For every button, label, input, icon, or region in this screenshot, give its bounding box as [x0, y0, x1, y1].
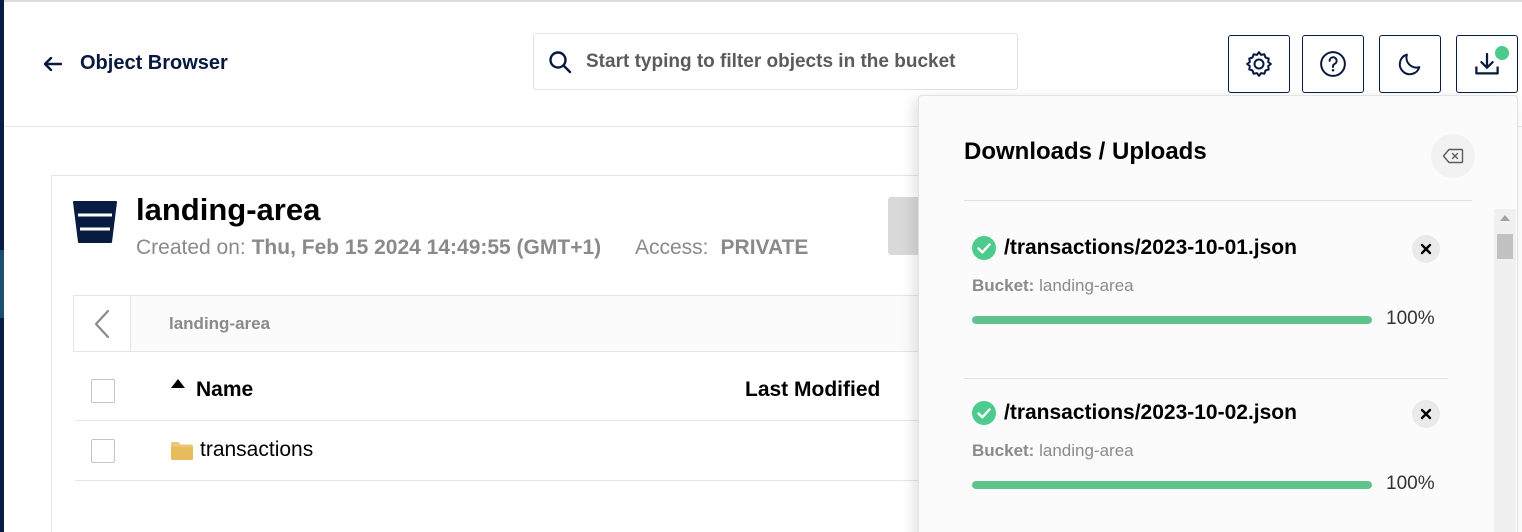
progress-bar	[972, 481, 1372, 489]
sort-ascending-icon[interactable]	[171, 379, 185, 388]
check-circle-icon	[972, 401, 996, 425]
object-browser-page: Object Browser Start typing to filter ob…	[0, 0, 1522, 532]
breadcrumb-back-button[interactable]	[74, 296, 131, 351]
transfer-bucket-label: Bucket:	[972, 441, 1035, 460]
panel-title: Downloads / Uploads	[964, 138, 1207, 165]
back-to-object-browser-link[interactable]: Object Browser	[44, 52, 228, 75]
row-checkbox[interactable]	[91, 439, 115, 463]
progress-percent: 100%	[1386, 308, 1435, 329]
table-header: Name Last Modified	[75, 360, 975, 421]
bucket-icon	[73, 201, 117, 243]
scrollbar-thumb[interactable]	[1497, 234, 1513, 259]
clear-all-button[interactable]	[1431, 134, 1475, 178]
arrow-left-icon	[44, 56, 62, 71]
sidebar-accent	[0, 250, 4, 318]
dark-mode-button[interactable]	[1379, 35, 1441, 93]
transfer-bucket: Bucket: landing-area	[972, 441, 1134, 461]
question-circle-icon	[1320, 51, 1346, 77]
remove-transfer-button[interactable]	[1412, 235, 1440, 263]
downloads-button[interactable]	[1456, 35, 1518, 93]
help-button[interactable]	[1302, 35, 1364, 93]
access-value: PRIVATE	[720, 236, 809, 259]
top-border	[0, 0, 1522, 2]
moon-icon	[1398, 53, 1421, 76]
progress-percent: 100%	[1386, 473, 1435, 494]
close-icon	[1420, 408, 1432, 420]
created-value: Thu, Feb 15 2024 14:49:55 (GMT+1)	[251, 236, 602, 259]
downloads-uploads-panel: Downloads / Uploads /transactions/2023-1…	[918, 95, 1518, 532]
transfer-item: /transactions/2023-10-02.json Bucket: la…	[964, 379, 1448, 532]
table-row[interactable]: transactions	[75, 421, 975, 481]
transfer-bucket: Bucket: landing-area	[972, 276, 1134, 296]
column-header-name[interactable]: Name	[196, 378, 253, 402]
back-link-label: Object Browser	[80, 52, 228, 74]
panel-divider	[964, 200, 1472, 201]
column-header-last-modified[interactable]: Last Modified	[745, 378, 880, 402]
bucket-meta: Created on: Thu, Feb 15 2024 14:49:55 (G…	[136, 236, 808, 260]
progress-fill	[972, 481, 1372, 489]
transfer-bucket-value: landing-area	[1039, 276, 1134, 295]
select-all-checkbox[interactable]	[91, 379, 115, 403]
search-icon	[549, 50, 572, 73]
folder-icon	[171, 442, 193, 460]
panel-scrollbar[interactable]	[1494, 209, 1516, 532]
notification-dot	[1495, 46, 1509, 60]
transfer-bucket-label: Bucket:	[972, 276, 1035, 295]
bucket-name: landing-area	[136, 192, 321, 227]
row-name: transactions	[200, 438, 314, 461]
search-bar[interactable]	[533, 33, 1018, 90]
transfer-item: /transactions/2023-10-01.json Bucket: la…	[964, 214, 1448, 379]
chevron-left-icon	[94, 309, 110, 338]
breadcrumb-path[interactable]: landing-area	[131, 296, 972, 351]
progress-bar	[972, 316, 1372, 324]
settings-button[interactable]	[1228, 35, 1290, 93]
scroll-up-arrow-icon[interactable]	[1500, 215, 1510, 221]
transfer-bucket-value: landing-area	[1039, 441, 1134, 460]
remove-transfer-button[interactable]	[1412, 400, 1440, 428]
access-label: Access:	[634, 236, 709, 259]
search-input[interactable]	[586, 50, 986, 73]
clear-backspace-icon	[1442, 148, 1464, 164]
close-icon	[1420, 243, 1432, 255]
check-circle-icon	[972, 236, 996, 260]
transfer-file-name: /transactions/2023-10-01.json	[1004, 236, 1297, 259]
breadcrumb: landing-area	[73, 295, 973, 352]
progress-fill	[972, 316, 1372, 324]
left-sidebar-rail	[0, 0, 4, 532]
transfer-file-name: /transactions/2023-10-02.json	[1004, 401, 1297, 424]
created-label: Created on:	[136, 236, 246, 259]
gear-icon	[1246, 51, 1272, 77]
